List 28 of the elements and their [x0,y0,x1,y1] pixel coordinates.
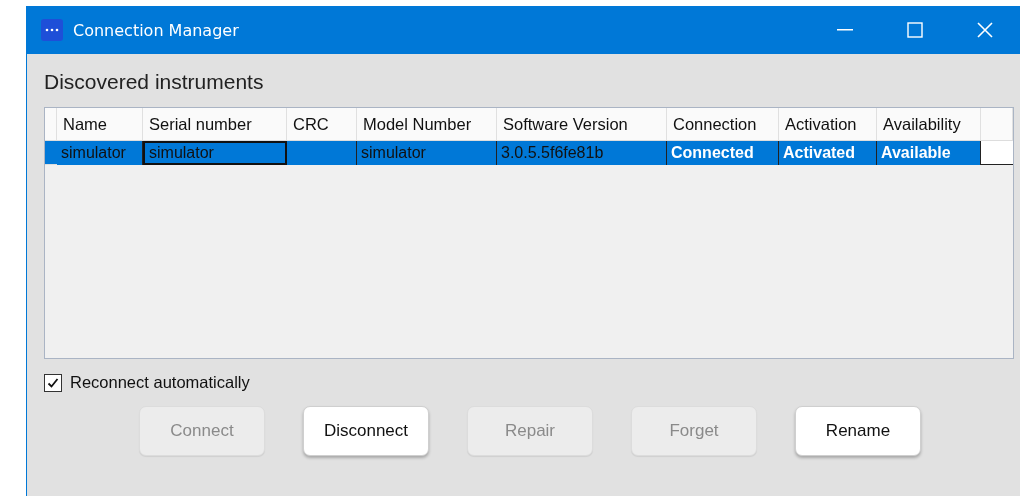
section-heading: Discovered instruments [44,70,265,94]
column-header[interactable]: Connection [667,108,779,141]
table-cell: simulator [357,141,497,165]
row-filler [981,141,1013,165]
close-icon[interactable] [977,22,993,38]
table-cell: Available [877,141,981,165]
table-cell: Connected [667,141,779,165]
table-cell: Activated [779,141,877,165]
window-title: Connection Manager [73,20,240,40]
checkbox-label: Reconnect automatically [70,373,250,392]
checkbox[interactable] [44,373,62,392]
checkmark-icon [47,376,59,389]
action-button[interactable]: Disconnect [303,406,429,456]
column-header[interactable]: Availability [877,108,981,141]
column-header[interactable]: CRC [287,108,357,141]
minimize-icon[interactable] [837,29,853,31]
column-header[interactable]: Activation [779,108,877,141]
column-header[interactable]: Name [57,108,143,141]
action-button[interactable]: Rename [795,406,921,456]
table-cell: simulator [143,141,287,165]
column-header[interactable]: Software Version [497,108,667,141]
row-selector[interactable] [45,141,57,165]
table-cell: simulator [57,141,143,165]
column-header[interactable]: Serial number [143,108,287,141]
maximize-icon[interactable] [907,22,923,38]
app-logo-icon [41,19,63,41]
table-cell: 3.0.5.5f6fe81b [497,141,667,165]
column-header[interactable]: Model Number [357,108,497,141]
